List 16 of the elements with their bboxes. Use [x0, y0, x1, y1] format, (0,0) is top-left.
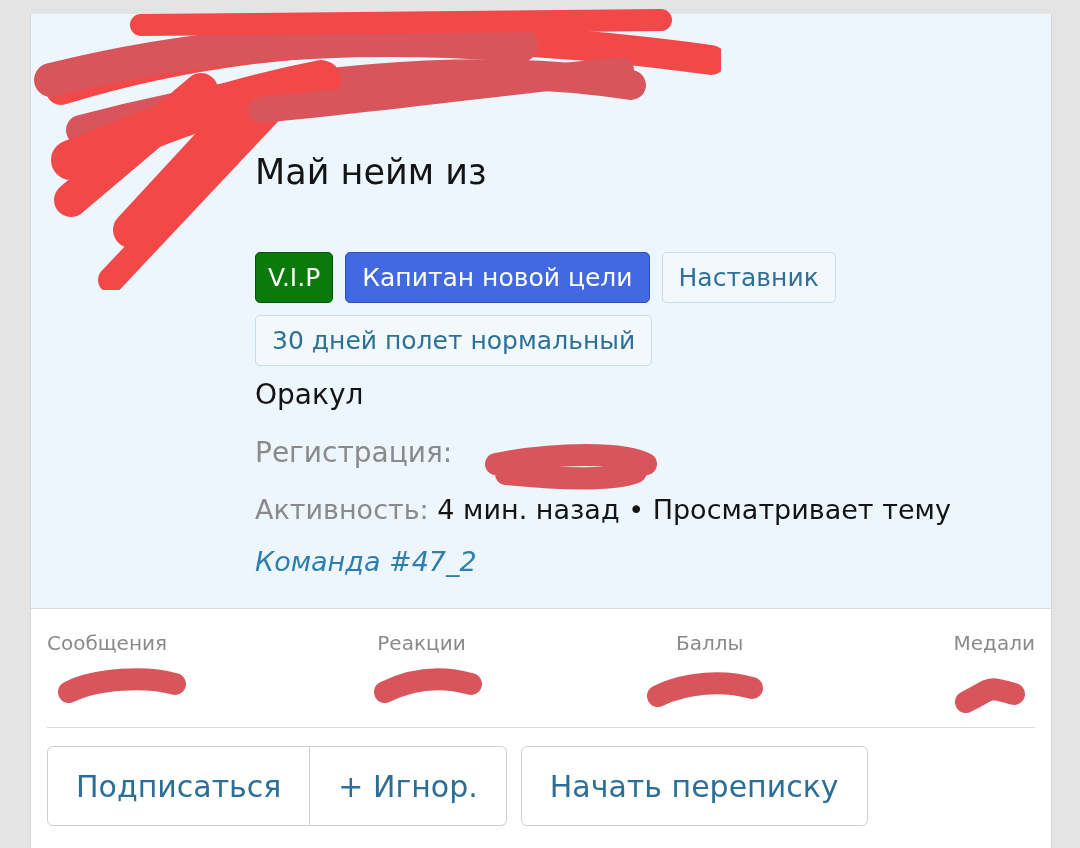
user-badge: Капитан новой цели — [345, 252, 650, 303]
user-badge: 30 дней полет нормальный — [255, 315, 653, 366]
action-button[interactable]: + Игнор. — [310, 746, 507, 826]
user-badge: V.I.P — [255, 252, 334, 303]
user-title: Оракул — [255, 377, 365, 413]
action-button[interactable]: Подписаться — [47, 746, 311, 826]
action-button[interactable]: Начать переписку — [520, 746, 868, 826]
activity-line: Активность: 4 мин. назад • Просматривает тему Команда #47_2 — [255, 493, 952, 579]
stat-label: Баллы — [675, 631, 744, 655]
stat-label: Сообщения — [47, 631, 168, 655]
registration-label: Регистрация: — [255, 436, 453, 469]
stat-label: Реакции — [377, 631, 466, 655]
thread-link[interactable]: Команда #47_2 — [255, 546, 477, 577]
user-name: Май нейм из — [255, 152, 488, 192]
user-badge: Наставник — [661, 252, 836, 303]
stat-label: Медали — [953, 631, 1035, 655]
